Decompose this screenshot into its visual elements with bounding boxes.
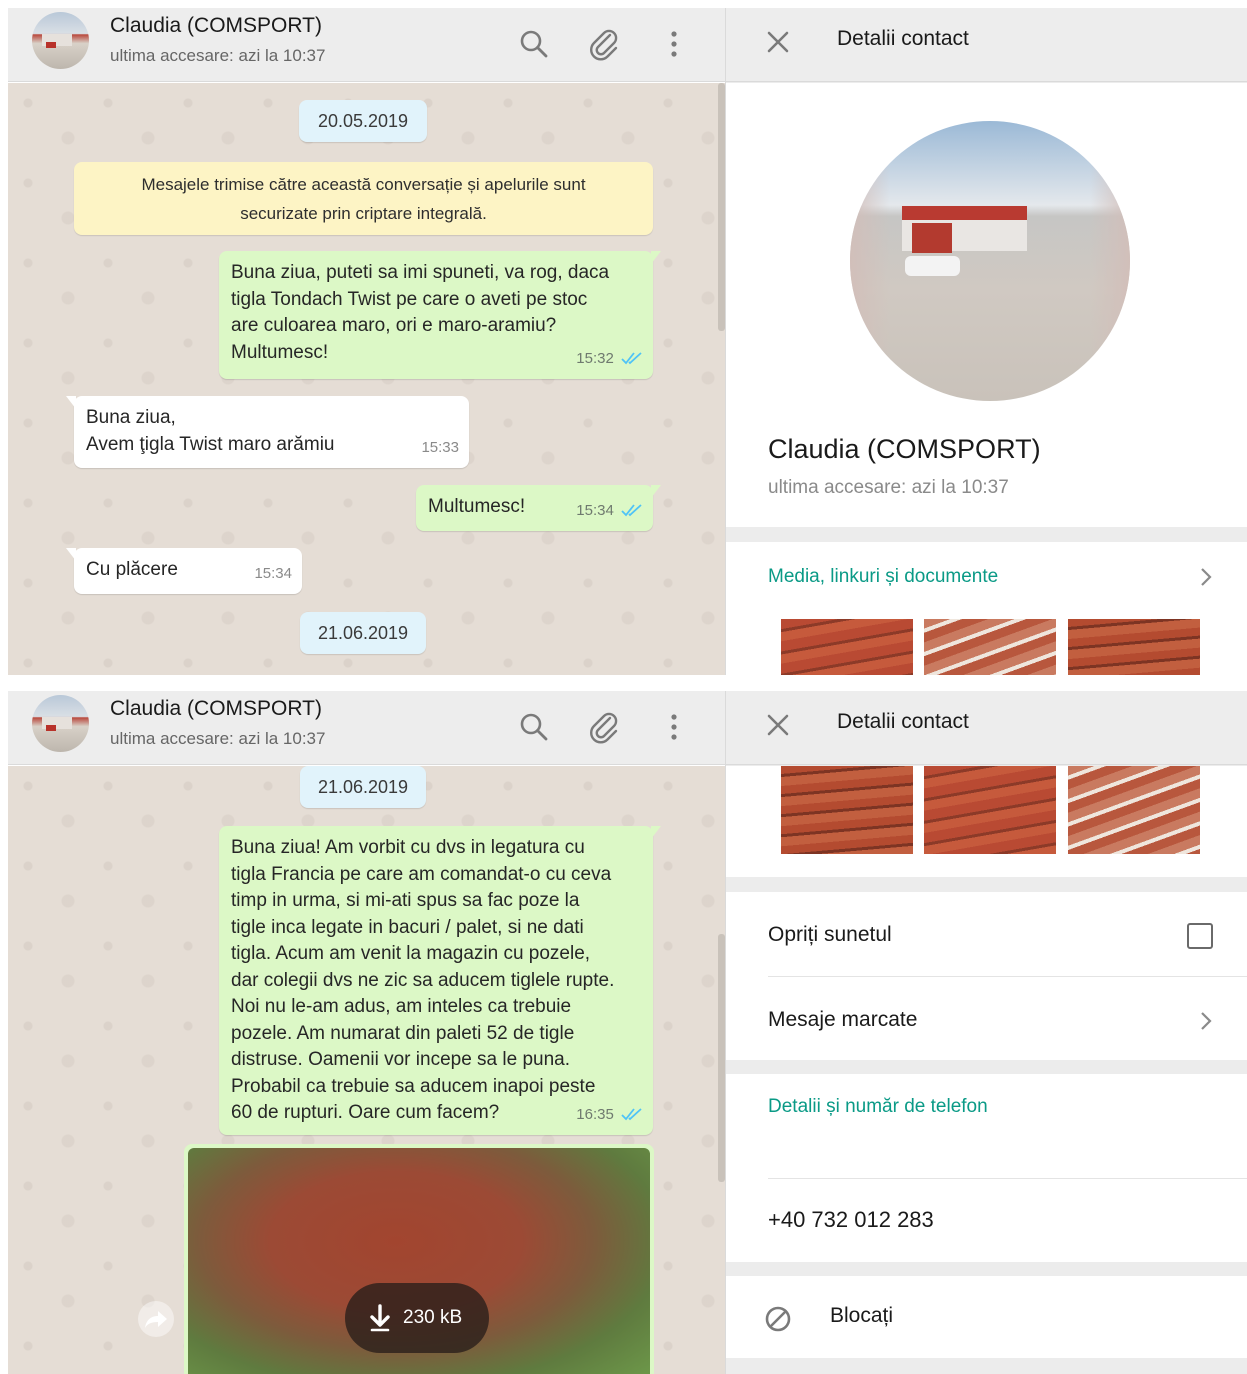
chat-pane: Claudia (COMSPORT) ultima accesare: azi … <box>8 691 725 1374</box>
settings-section: Opriți sunetul Mesaje marcate <box>726 892 1247 1060</box>
media-section[interactable] <box>726 766 1247 877</box>
message-bubble-outgoing[interactable]: Multumesc! 15:34 <box>416 485 661 531</box>
date-divider: 21.06.2019 <box>300 612 426 654</box>
contact-avatar[interactable] <box>32 12 89 69</box>
download-button[interactable]: 230 kB <box>345 1283 489 1353</box>
divider <box>768 976 1247 977</box>
block-section[interactable]: Blocați <box>726 1276 1247 1358</box>
message-meta: 15:33 <box>421 435 459 462</box>
chat-pane: Claudia (COMSPORT) ultima accesare: azi … <box>8 8 725 675</box>
attach-icon[interactable] <box>586 709 622 745</box>
contact-avatar[interactable] <box>32 695 89 752</box>
message-bubble-incoming[interactable]: Cu plăcere 15:34 <box>66 548 302 594</box>
divider <box>768 1178 1247 1179</box>
media-thumbnail[interactable] <box>1068 619 1200 675</box>
photo-sign <box>902 206 1027 220</box>
chevron-right-icon[interactable] <box>1198 1010 1214 1032</box>
chat-header[interactable]: Claudia (COMSPORT) ultima accesare: azi … <box>8 8 725 82</box>
media-section[interactable]: Media, linkuri și documente <box>726 542 1247 675</box>
message-meta: 15:32 <box>576 346 643 373</box>
message-time: 15:34 <box>254 564 292 582</box>
search-icon[interactable] <box>516 709 552 745</box>
message-time: 16:35 <box>576 1105 614 1123</box>
contact-info-title: Detalii contact <box>837 27 969 50</box>
chat-scrollbar[interactable] <box>718 934 725 1182</box>
forward-button[interactable] <box>138 1301 174 1337</box>
message-time: 15:33 <box>421 438 459 456</box>
attach-icon[interactable] <box>586 26 622 62</box>
photo-blur-left <box>850 121 890 401</box>
chat-header[interactable]: Claudia (COMSPORT) ultima accesare: azi … <box>8 691 725 765</box>
message-text: Buna ziua, Avem ţigla Twist maro arămiu <box>86 407 335 455</box>
photo-blur-right <box>1090 121 1130 401</box>
message-meta: 15:34 <box>576 498 643 525</box>
contact-info-pane: Detalii contact Claudia (COMSPORT) ultim… <box>725 8 1247 675</box>
message-time: 15:32 <box>576 349 614 367</box>
close-icon[interactable] <box>764 711 792 739</box>
profile-last-seen: ultima accesare: azi la 10:37 <box>768 477 1009 498</box>
download-icon <box>370 1304 390 1332</box>
screenshot-bottom: Claudia (COMSPORT) ultima accesare: azi … <box>8 691 1247 1374</box>
media-thumbnail[interactable] <box>1068 766 1200 854</box>
screenshot-top: Claudia (COMSPORT) ultima accesare: azi … <box>8 8 1247 675</box>
contact-name: Claudia (COMSPORT) <box>110 14 322 37</box>
message-bubble-outgoing[interactable]: Buna ziua, puteti sa imi spuneti, va rog… <box>219 251 661 379</box>
phone-section-label: Detalii și număr de telefon <box>768 1096 988 1117</box>
media-thumbnail[interactable] <box>781 766 913 854</box>
date-divider: 20.05.2019 <box>299 100 427 142</box>
block-contact-label[interactable]: Blocați <box>830 1304 893 1328</box>
chat-wallpaper[interactable]: 21.06.2019 Buna ziua! Am vorbit cu dvs i… <box>8 766 725 1374</box>
media-thumbnail[interactable] <box>924 619 1056 675</box>
message-time: 15:34 <box>576 501 614 519</box>
last-seen: ultima accesare: azi la 10:37 <box>110 46 326 65</box>
chat-wallpaper[interactable]: 20.05.2019 Mesajele trimise către aceast… <box>8 83 725 675</box>
phone-section: Detalii și număr de telefon +40 732 012 … <box>726 1074 1247 1262</box>
media-thumbnail[interactable] <box>924 766 1056 854</box>
double-check-icon <box>621 1107 642 1120</box>
photo-entrance <box>912 223 952 253</box>
download-size: 230 kB <box>403 1307 463 1328</box>
chat-scrollbar[interactable] <box>718 83 725 331</box>
date-divider: 21.06.2019 <box>300 766 426 808</box>
message-bubble-incoming[interactable]: Buna ziua, Avem ţigla Twist maro arămiu … <box>66 396 469 468</box>
profile-photo[interactable] <box>850 121 1130 401</box>
menu-icon[interactable] <box>658 26 694 62</box>
contact-info-header: Detalii contact <box>726 691 1247 765</box>
media-thumbnail[interactable] <box>781 619 913 675</box>
contact-info-title: Detalii contact <box>837 710 969 733</box>
double-check-icon <box>621 503 642 516</box>
encryption-note[interactable]: Mesajele trimise către această conversaț… <box>74 162 653 235</box>
search-icon[interactable] <box>516 26 552 62</box>
starred-messages-label[interactable]: Mesaje marcate <box>768 1008 917 1032</box>
chevron-right-icon[interactable] <box>1198 566 1214 588</box>
menu-icon[interactable] <box>658 709 694 745</box>
last-seen: ultima accesare: azi la 10:37 <box>110 729 326 748</box>
media-links-docs-label[interactable]: Media, linkuri și documente <box>768 566 998 588</box>
mute-label[interactable]: Opriți sunetul <box>768 923 892 947</box>
forward-icon <box>145 1311 167 1328</box>
encryption-note-text: Mesajele trimise către această conversaț… <box>141 175 586 223</box>
contact-info-pane: Detalii contact Opriți sunetul Mesaje ma… <box>725 691 1247 1374</box>
close-icon[interactable] <box>764 28 792 56</box>
message-text: Buna ziua! Am vorbit cu dvs in legatura … <box>231 837 615 1123</box>
contact-info-header: Detalii contact <box>726 8 1247 82</box>
block-icon <box>765 1306 791 1332</box>
contact-name: Claudia (COMSPORT) <box>110 697 322 720</box>
mute-checkbox[interactable] <box>1187 923 1213 949</box>
phone-number[interactable]: +40 732 012 283 <box>768 1207 934 1233</box>
profile-section: Claudia (COMSPORT) ultima accesare: azi … <box>726 83 1247 527</box>
message-meta: 15:34 <box>254 561 292 588</box>
photo-car <box>905 256 960 276</box>
profile-name: Claudia (COMSPORT) <box>768 434 1041 464</box>
message-bubble-outgoing[interactable]: Buna ziua! Am vorbit cu dvs in legatura … <box>219 826 661 1135</box>
double-check-icon <box>621 351 642 364</box>
message-meta: 16:35 <box>576 1102 643 1129</box>
